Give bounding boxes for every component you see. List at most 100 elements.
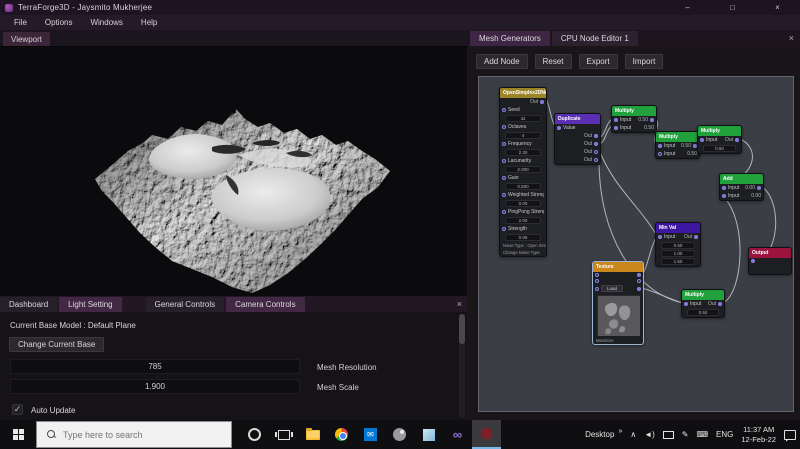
input-pin[interactable]	[502, 193, 506, 197]
desktop-label[interactable]: Desktop	[585, 430, 614, 439]
mail-button[interactable]: ✉	[356, 420, 385, 449]
input-pin[interactable]	[722, 186, 726, 190]
maximize-button[interactable]: □	[710, 0, 755, 15]
field-value[interactable]: 4	[505, 132, 541, 139]
input-pin[interactable]	[502, 176, 506, 180]
output-pin[interactable]	[540, 100, 544, 104]
task-view-button[interactable]	[269, 420, 298, 449]
node-opensimplex-noise[interactable]: OpenSimplex2DNoise Out Seed 42 Octaves 4…	[499, 87, 547, 257]
field-value[interactable]: 2.000	[505, 166, 541, 173]
tab-light-setting[interactable]: Light Setting	[59, 297, 122, 312]
field-value[interactable]: 0.00	[505, 200, 541, 207]
tab-dashboard[interactable]: Dashboard	[0, 297, 58, 312]
input-pin[interactable]	[595, 279, 599, 283]
export-button[interactable]: Export	[578, 53, 618, 69]
output-pin[interactable]	[694, 235, 698, 239]
add-node-button[interactable]: Add Node	[476, 53, 528, 69]
start-button[interactable]	[0, 420, 36, 449]
field-value[interactable]: 2.00	[505, 217, 541, 224]
language-indicator[interactable]: ENG	[716, 430, 733, 439]
menu-help[interactable]: Help	[141, 18, 157, 27]
node-add[interactable]: Add Input 0.00 Input 0.00	[719, 173, 764, 201]
input-pin[interactable]	[658, 152, 662, 156]
node-editor-close-icon[interactable]: ×	[789, 33, 794, 43]
search-input[interactable]	[63, 429, 213, 440]
menu-file[interactable]: File	[14, 18, 27, 27]
output-pin[interactable]	[637, 279, 641, 283]
node-texture[interactable]: Texture Load Maximize	[592, 261, 644, 345]
node-multiply-1[interactable]: Multiply Input 0.50 Input 0.50	[611, 105, 657, 133]
input-pin[interactable]	[502, 227, 506, 231]
tray-chevron-icon[interactable]: ∧	[630, 430, 636, 439]
mesh-resolution-input[interactable]: 785	[10, 359, 300, 374]
field-value[interactable]: 0.500	[505, 183, 541, 190]
input-pin[interactable]	[502, 125, 506, 129]
change-noise-type-button[interactable]: Change Noise Type	[500, 249, 546, 256]
field-value[interactable]: 0.06	[505, 234, 541, 241]
input-pin[interactable]	[557, 126, 561, 130]
tab-cpu-node-editor[interactable]: CPU Node Editor 1	[551, 31, 638, 46]
viewport-3d[interactable]	[0, 46, 467, 296]
mesh-scale-input[interactable]: 1.900	[10, 379, 300, 394]
code-editor-button[interactable]	[414, 420, 443, 449]
input-pin[interactable]	[595, 286, 599, 291]
field-value[interactable]: 0.50	[661, 242, 695, 249]
tab-camera-controls[interactable]: Camera Controls	[226, 297, 305, 312]
terraforge3d-taskbar-button[interactable]	[472, 420, 501, 449]
tab-general-controls[interactable]: General Controls	[145, 297, 225, 312]
dashboard-close-icon[interactable]: ×	[457, 299, 462, 309]
node-multiply-4[interactable]: Multiply Input Out 0.50	[681, 289, 725, 318]
input-pin[interactable]	[684, 302, 688, 306]
reset-button[interactable]: Reset	[534, 53, 572, 69]
input-pin[interactable]	[502, 108, 506, 112]
input-pin[interactable]	[502, 210, 506, 214]
input-pin[interactable]	[722, 194, 726, 198]
taskbar-search[interactable]	[36, 421, 232, 448]
node-duplicate[interactable]: Duplicate Value Out Out Out Out	[554, 113, 601, 165]
dashboard-scrollbar[interactable]	[459, 314, 465, 418]
input-pin[interactable]	[502, 159, 506, 163]
node-output[interactable]: Output	[748, 247, 792, 275]
chrome-button[interactable]	[327, 420, 356, 449]
input-pin[interactable]	[595, 273, 599, 277]
file-explorer-button[interactable]	[298, 420, 327, 449]
output-pin[interactable]	[650, 118, 654, 122]
input-pin[interactable]	[614, 126, 618, 130]
input-pin[interactable]	[658, 144, 662, 148]
clock[interactable]: 11:37 AM 12-Feb-22	[741, 425, 776, 445]
input-pin[interactable]	[502, 142, 506, 146]
node-graph-canvas[interactable]: OpenSimplex2DNoise Out Seed 42 Octaves 4…	[478, 76, 794, 412]
input-pin[interactable]	[614, 118, 618, 122]
maximize-button[interactable]: Maximize	[593, 337, 643, 344]
visual-studio-button[interactable]: ∞	[443, 420, 472, 449]
pen-icon[interactable]: ✎	[682, 430, 689, 439]
cortana-button[interactable]	[240, 420, 269, 449]
network-monitor-icon[interactable]	[662, 430, 674, 439]
output-pin[interactable]	[594, 158, 598, 162]
output-pin[interactable]	[757, 186, 761, 190]
input-pin[interactable]	[751, 259, 755, 263]
node-min-val[interactable]: Min Val Input Out 0.50 1.00 1.50	[655, 222, 701, 267]
field-value[interactable]: 42	[505, 115, 541, 122]
steam-button[interactable]	[385, 420, 414, 449]
output-pin[interactable]	[735, 138, 739, 142]
node-multiply-3[interactable]: Multiply Input Out 0.50	[697, 125, 742, 154]
tab-viewport[interactable]: Viewport	[3, 32, 50, 46]
input-pin[interactable]	[700, 138, 704, 142]
change-current-base-button[interactable]: Change Current Base	[9, 337, 105, 352]
field-value[interactable]: 2.30	[505, 149, 541, 156]
output-pin[interactable]	[637, 273, 641, 277]
output-pin[interactable]	[594, 134, 598, 138]
load-texture-button[interactable]: Load	[601, 285, 624, 292]
overflow-chevron-icon[interactable]: »	[618, 428, 622, 435]
speaker-icon[interactable]: ◄)	[644, 430, 655, 439]
menu-windows[interactable]: Windows	[90, 18, 122, 27]
menu-options[interactable]: Options	[45, 18, 73, 27]
import-button[interactable]: Import	[624, 53, 664, 69]
output-pin[interactable]	[594, 150, 598, 154]
output-pin[interactable]	[718, 302, 722, 306]
close-button[interactable]: ×	[755, 0, 800, 15]
notifications-icon[interactable]	[784, 429, 796, 440]
field-value[interactable]: 1.00	[661, 250, 695, 257]
touch-keyboard-icon[interactable]: ⌨	[697, 430, 709, 439]
